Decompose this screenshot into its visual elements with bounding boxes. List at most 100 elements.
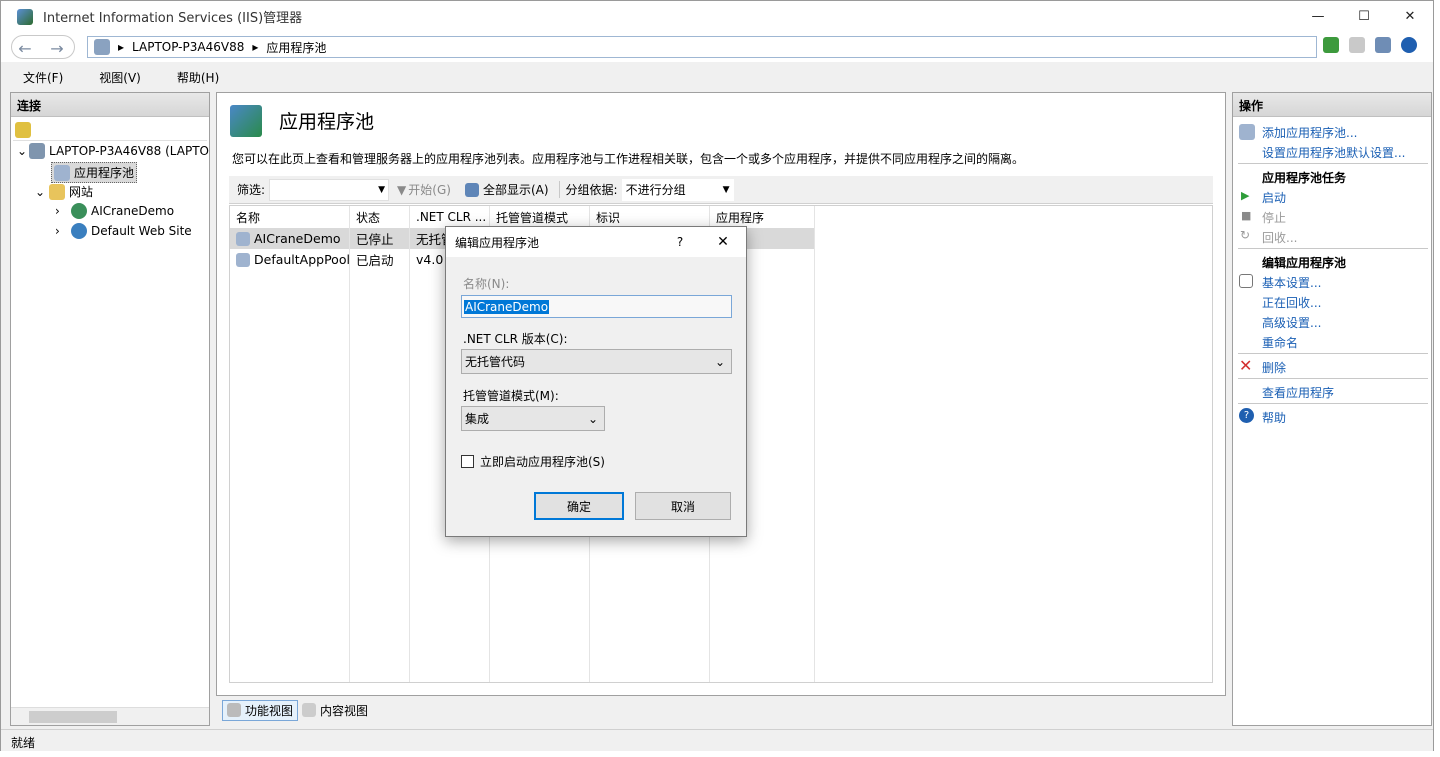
chevron-down-icon[interactable]: ⌄: [17, 144, 29, 158]
show-all-button[interactable]: 全部显示(A): [483, 181, 549, 198]
apppool-icon: [236, 231, 250, 246]
chevron-down-icon[interactable]: ⌄: [35, 185, 49, 199]
start-filter-button[interactable]: 开始(G): [408, 181, 451, 198]
col-status[interactable]: 状态: [350, 206, 410, 228]
server-icon: [29, 143, 45, 159]
chevron-down-icon: ⌄: [587, 411, 598, 426]
scrollbar-thumb[interactable]: [29, 711, 117, 723]
back-button[interactable]: ←: [12, 36, 38, 60]
iis-app-icon: [17, 8, 33, 25]
action-help[interactable]: 帮助: [1262, 409, 1286, 426]
forward-button[interactable]: →: [44, 36, 70, 60]
groupby-select[interactable]: 不进行分组 ▼: [621, 178, 734, 201]
action-recycle[interactable]: 回收...: [1262, 229, 1297, 246]
col-clr[interactable]: .NET CLR ...: [410, 206, 490, 228]
action-delete[interactable]: 删除: [1262, 359, 1286, 376]
content-view-icon: [302, 703, 317, 717]
clr-version-select[interactable]: 无托管代码 ⌄: [461, 349, 732, 374]
name-field[interactable]: AICraneDemo: [461, 295, 732, 318]
row-status: 已启动: [350, 249, 410, 270]
row-name: DefaultAppPool: [230, 249, 350, 270]
dialog-title-bar: 编辑应用程序池 ? ✕: [446, 227, 746, 257]
action-set-defaults[interactable]: 设置应用程序池默认设置...: [1262, 144, 1405, 161]
tab-content-view[interactable]: 内容视图: [298, 701, 372, 720]
tree-site-aicrane[interactable]: › AICraneDemo: [55, 203, 174, 219]
divider: [1238, 403, 1428, 404]
col-name[interactable]: 名称: [230, 206, 350, 228]
showall-icon: [464, 182, 479, 197]
action-start[interactable]: 启动: [1262, 189, 1286, 206]
title-bar: Internet Information Services (IIS)管理器 —…: [1, 1, 1433, 32]
col-applications[interactable]: 应用程序: [710, 206, 815, 228]
menu-help[interactable]: 帮助(H): [169, 69, 227, 86]
refresh-icon[interactable]: [1323, 37, 1339, 53]
dialog-title: 编辑应用程序池: [455, 235, 540, 250]
row-name-text: DefaultAppPool: [254, 252, 350, 267]
edit-apppool-dialog: 编辑应用程序池 ? ✕ 名称(N): AICraneDemo .NET CLR …: [445, 226, 747, 537]
filter-input[interactable]: ▼: [269, 178, 390, 201]
start-immediately-option[interactable]: 立即启动应用程序池(S): [461, 453, 605, 470]
help-icon[interactable]: [1401, 37, 1417, 53]
breadcrumb-server[interactable]: LAPTOP-P3A46V88: [132, 40, 244, 54]
connections-toolbar: [13, 119, 207, 141]
tab-features-label: 功能视图: [245, 703, 294, 718]
row-name: AICraneDemo: [230, 228, 350, 249]
pipeline-mode-select[interactable]: 集成 ⌄: [461, 406, 605, 431]
address-bar[interactable]: ▸ LAPTOP-P3A46V88 ▸ 应用程序池: [87, 36, 1317, 58]
maximize-button[interactable]: ☐: [1341, 1, 1387, 32]
action-rename[interactable]: 重命名: [1262, 334, 1298, 351]
action-recycling[interactable]: 正在回收...: [1262, 294, 1321, 311]
action-add-apppool[interactable]: 添加应用程序池...: [1262, 124, 1357, 141]
col-identity[interactable]: 标识: [590, 206, 710, 228]
groupby-label: 分组依据:: [558, 181, 618, 198]
dialog-help-button[interactable]: ?: [660, 235, 700, 249]
clr-version-label: .NET CLR 版本(C):: [463, 332, 568, 346]
divider: [1238, 163, 1428, 164]
chevron-right-icon[interactable]: ›: [55, 204, 71, 218]
dialog-close-icon[interactable]: ✕: [700, 234, 746, 250]
tree-server-label: LAPTOP-P3A46V88 (LAPTO: [49, 144, 209, 158]
chevron-right-icon: ▸: [252, 40, 259, 54]
window-title: Internet Information Services (IIS)管理器: [43, 11, 303, 26]
basic-settings-icon: [1239, 274, 1253, 288]
connections-header: 连接: [11, 93, 209, 117]
recycle-icon: ↻: [1240, 228, 1251, 242]
name-value: AICraneDemo: [464, 299, 550, 314]
col-pipeline[interactable]: 托管管道模式: [490, 206, 590, 228]
divider: [1238, 248, 1428, 249]
action-advanced[interactable]: 高级设置...: [1262, 314, 1321, 331]
connect-icon[interactable]: [15, 121, 31, 138]
breadcrumb-apppools[interactable]: 应用程序池: [266, 39, 326, 56]
menu-bar: 文件(F) 视图(V) 帮助(H): [1, 65, 1433, 89]
action-view-applications[interactable]: 查看应用程序: [1262, 384, 1334, 401]
tree-sites[interactable]: ⌄ 网站: [35, 183, 93, 200]
tree-site-default[interactable]: › Default Web Site: [55, 223, 192, 239]
horizontal-scrollbar[interactable]: [11, 707, 209, 725]
home-icon[interactable]: [1375, 37, 1391, 53]
chevron-right-icon[interactable]: ›: [55, 224, 71, 238]
pipeline-mode-value: 集成: [465, 412, 490, 426]
start-immediately-checkbox[interactable]: [461, 455, 474, 468]
connections-panel: 连接 ⌄ LAPTOP-P3A46V88 (LAPTO 应用程序池 ⌄ 网站 ›…: [10, 92, 210, 726]
tab-features-view[interactable]: 功能视图: [222, 699, 299, 721]
row-name-text: AICraneDemo: [254, 231, 341, 246]
chevron-right-icon: ▸: [118, 40, 125, 54]
action-stop[interactable]: 停止: [1262, 209, 1286, 226]
stop-icon[interactable]: [1349, 37, 1365, 53]
cancel-button[interactable]: 取消: [635, 492, 731, 520]
menu-view[interactable]: 视图(V): [91, 69, 149, 86]
tree-server[interactable]: ⌄ LAPTOP-P3A46V88 (LAPTO: [17, 143, 209, 159]
minimize-button[interactable]: —: [1295, 1, 1341, 32]
apppool-icon: [236, 252, 250, 267]
ok-button[interactable]: 确定: [534, 492, 624, 520]
nav-buttons: ← →: [11, 35, 75, 59]
menu-file[interactable]: 文件(F): [15, 69, 71, 86]
close-button[interactable]: ✕: [1387, 1, 1433, 32]
name-label: 名称(N):: [463, 277, 510, 291]
funnel-icon[interactable]: ▼: [397, 183, 406, 197]
action-basic-settings[interactable]: 基本设置...: [1262, 274, 1321, 291]
chevron-down-icon: ▼: [722, 184, 730, 195]
stop-square-icon: ■: [1241, 209, 1252, 222]
iis-manager-window: Internet Information Services (IIS)管理器 —…: [0, 0, 1434, 751]
tree-apppools[interactable]: 应用程序池: [51, 162, 138, 183]
